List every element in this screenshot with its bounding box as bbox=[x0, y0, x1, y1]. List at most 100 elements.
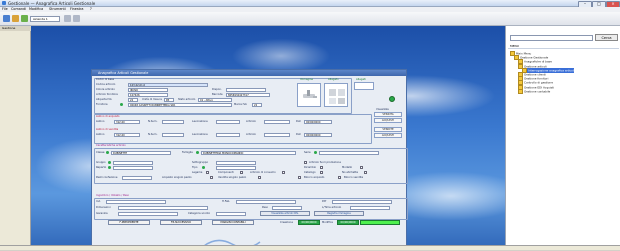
tree-item-label: Gestione contabile bbox=[524, 89, 551, 94]
dimensioni-field[interactable] bbox=[118, 205, 208, 210]
lavorazione-ven-field[interactable] bbox=[216, 132, 240, 137]
dat-ven-field[interactable]: 00/00/0000 bbox=[304, 132, 332, 137]
gruppo-field[interactable] bbox=[113, 160, 153, 165]
fornitore-lookup-icon[interactable] bbox=[120, 103, 123, 106]
serie-field[interactable] bbox=[319, 150, 379, 155]
articolo-fornitore-field[interactable]: 107426 bbox=[128, 92, 168, 97]
sconto-acq-field[interactable] bbox=[162, 119, 184, 124]
hfab-field[interactable] bbox=[236, 199, 296, 204]
creazione-field: 00/00/0000 bbox=[298, 220, 320, 225]
ricambio-label: Ricambio bbox=[304, 166, 317, 169]
codice-articolo-field[interactable]: 103.02.01.0 bbox=[128, 82, 208, 87]
articolo-ven-field[interactable] bbox=[264, 132, 290, 137]
attachments-list[interactable] bbox=[354, 82, 374, 90]
dispon-field[interactable] bbox=[226, 87, 266, 92]
pdf-field[interactable] bbox=[332, 199, 392, 204]
blocco-acquisto-checkbox[interactable] bbox=[298, 176, 301, 179]
acquisti2-button[interactable]: ACQUISTI bbox=[374, 133, 402, 138]
garanzia-field[interactable] bbox=[118, 211, 178, 216]
reparto-lookup-icon[interactable] bbox=[108, 166, 111, 169]
blocco-vendita-checkbox[interactable] bbox=[338, 176, 341, 179]
acquisto-singolo-checkbox[interactable] bbox=[210, 176, 213, 179]
form-title: Anagrafica Articoli Gestionale bbox=[92, 70, 406, 76]
tipo-lookup-icon[interactable] bbox=[202, 166, 205, 169]
lavorazione-acq-field[interactable] bbox=[216, 119, 240, 124]
barcode-field[interactable]: 8056934427317 bbox=[226, 92, 270, 97]
gruppo-lookup-icon[interactable] bbox=[108, 161, 111, 164]
fuori-produzione-label: Articolo fuori produzione bbox=[309, 161, 341, 164]
registra-immagine-button[interactable]: Registra immagine bbox=[314, 210, 364, 216]
componenti-checkbox[interactable] bbox=[240, 171, 243, 174]
sottogruppo-label: Sottogruppo bbox=[192, 161, 209, 164]
categoria-field[interactable] bbox=[216, 211, 246, 216]
listini-section bbox=[94, 114, 372, 144]
settings-icon[interactable] bbox=[73, 15, 80, 22]
fornitore-field[interactable]: 00048 CASSETTI RUBINETTERIA SPA bbox=[128, 102, 232, 107]
toolbar: Azienda 1 bbox=[0, 12, 620, 26]
menu-search-input[interactable] bbox=[510, 35, 593, 41]
left-panel: Gestione bbox=[0, 26, 31, 250]
no-etichetta-checkbox[interactable] bbox=[364, 171, 367, 174]
famiglia-lookup-icon[interactable] bbox=[196, 151, 199, 154]
fuori-produzione-checkbox[interactable] bbox=[304, 161, 307, 164]
sottogruppo-field[interactable] bbox=[216, 160, 256, 165]
aliquota-field[interactable]: 22 bbox=[128, 97, 138, 102]
acquisti-button[interactable]: ACQUISTI bbox=[374, 118, 402, 123]
left-panel-title: Gestione bbox=[0, 26, 31, 31]
marca-field[interactable]: 22 bbox=[252, 102, 262, 107]
company-combo[interactable]: Azienda 1 bbox=[30, 16, 60, 22]
famiglia-label: Famiglia bbox=[182, 151, 193, 154]
codici-header: Codici di base bbox=[96, 78, 115, 81]
print-icon[interactable] bbox=[64, 15, 71, 22]
vendite-button[interactable]: VENDITE bbox=[374, 127, 402, 132]
peso-field[interactable] bbox=[272, 205, 302, 210]
modello-checkbox[interactable] bbox=[360, 166, 363, 169]
catalogo-checkbox[interactable] bbox=[320, 171, 323, 174]
dat-acq-field[interactable]: 00/00/0000 bbox=[304, 119, 332, 124]
home-icon[interactable] bbox=[3, 15, 10, 22]
listino-ven-label: Listino bbox=[96, 133, 105, 136]
folder-icon bbox=[518, 88, 523, 94]
legame-checkbox[interactable] bbox=[206, 171, 209, 174]
listino-ven-field[interactable]: 312,00 bbox=[114, 132, 140, 137]
articolo-acq-field[interactable] bbox=[264, 119, 290, 124]
articoli-form: Anagrafica Articoli Gestionale Codici di… bbox=[91, 69, 408, 250]
pezzi-field[interactable] bbox=[122, 175, 152, 180]
classe-field[interactable]: RUBINETTE bbox=[111, 150, 171, 155]
vendita-button[interactable]: VENDITA bbox=[374, 112, 402, 117]
allegato-label: Allegato bbox=[328, 78, 339, 81]
refresh-icon[interactable] bbox=[21, 15, 28, 22]
codice-articolo-label: Codice articolo bbox=[96, 83, 116, 86]
attachment-image[interactable] bbox=[324, 83, 348, 107]
blocco-acquisto-label: Blocco acquisto bbox=[304, 176, 325, 179]
precedente-button[interactable]: F-PRECEDENTE bbox=[108, 220, 150, 225]
ind-field[interactable] bbox=[106, 199, 166, 204]
unita-field[interactable]: PZ bbox=[164, 97, 174, 102]
classe-label: Classe bbox=[96, 151, 105, 154]
sconto-ven-label: N.Sum. bbox=[148, 133, 158, 136]
modifica-field: 00/00/0000 bbox=[337, 220, 359, 225]
tree-item[interactable]: Gestione contabile bbox=[518, 88, 551, 94]
listino-acq-label: Listino bbox=[96, 120, 105, 123]
ltime-field[interactable] bbox=[350, 205, 390, 210]
sconto-ven-field[interactable] bbox=[162, 132, 184, 137]
stato-field[interactable]: 01 - Attivo bbox=[198, 97, 232, 102]
listino-acq-field[interactable]: 312,00 bbox=[114, 119, 140, 124]
ricambio-checkbox[interactable] bbox=[320, 166, 323, 169]
folder-icon[interactable] bbox=[12, 15, 19, 22]
product-image[interactable] bbox=[297, 83, 321, 107]
famiglia-field[interactable]: RUBINETTERIA MONOCOMANDO bbox=[201, 150, 296, 155]
classe-lookup-icon[interactable] bbox=[106, 151, 109, 154]
margini-contabili-button[interactable]: MARGINI CONTABILI bbox=[212, 220, 254, 225]
serie-lookup-icon[interactable] bbox=[314, 151, 317, 154]
app-icon bbox=[2, 1, 6, 5]
vendita-singolo-checkbox[interactable] bbox=[258, 176, 261, 179]
reparto-field[interactable] bbox=[113, 165, 153, 170]
tipo-field[interactable] bbox=[216, 165, 256, 170]
successivo-button[interactable]: F8-SUCCESSIVO bbox=[160, 220, 202, 225]
stato-label: Stato articolo bbox=[178, 98, 196, 101]
colore-field[interactable]: IROSO bbox=[128, 87, 168, 92]
visualizza-dis-button[interactable]: Visualizza articoli DIS. bbox=[260, 210, 310, 216]
cerca-button[interactable]: Cerca bbox=[595, 34, 618, 41]
consumo-checkbox[interactable] bbox=[282, 171, 285, 174]
